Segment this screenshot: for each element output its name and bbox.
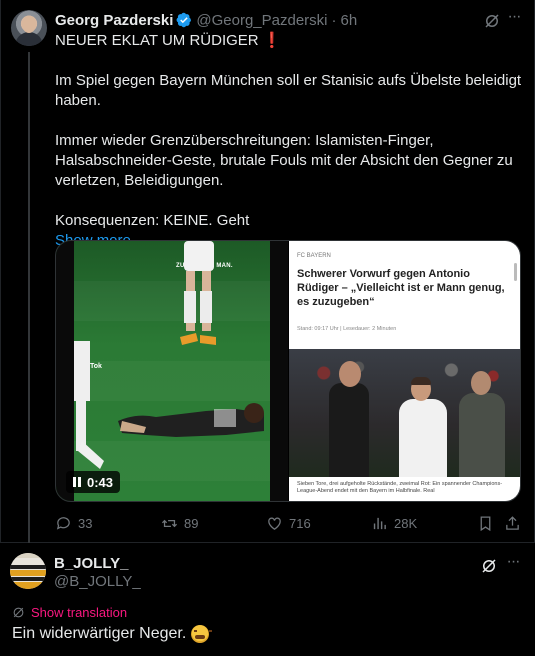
repost-button[interactable]: 89 — [161, 512, 198, 534]
player-lying-figure — [118, 403, 264, 437]
header-separator: · — [331, 11, 337, 29]
article-meta: Stand: 09:17 Uhr | Lesedauer: 2 Minuten — [297, 326, 397, 332]
exclamation-emoji: ❗ — [262, 32, 282, 49]
author-handle[interactable]: @Georg_Pazderski — [196, 12, 327, 29]
like-count: 716 — [289, 515, 311, 531]
post-headline: NEUER EKLAT UM RÜDIGER — [55, 32, 259, 49]
bookmark-button[interactable] — [477, 512, 494, 534]
reply-post[interactable]: B_JOLLY_ @B_JOLLY_ ··· Show translation … — [0, 543, 535, 656]
article-source: FC BAYERN — [297, 253, 331, 259]
article-title: Schwerer Vorwurf gegen Antonio Rüdiger –… — [297, 268, 505, 308]
more-icon[interactable]: ··· — [504, 9, 524, 30]
post-paragraph: Im Spiel gegen Bayern München soll er St… — [55, 72, 522, 109]
post-time[interactable]: 6h — [341, 12, 358, 29]
video-duration[interactable]: 0:43 — [66, 471, 121, 493]
post-paragraph: Immer wieder Grenzüberschreitungen: Isla… — [55, 132, 513, 189]
original-post[interactable]: Georg Pazderski @Georg_Pazderski · 6h ··… — [0, 0, 535, 543]
like-button[interactable]: 716 — [266, 512, 311, 534]
reply-author-handle[interactable]: @B_JOLLY_ — [54, 573, 141, 590]
views-button[interactable]: 28K — [371, 512, 417, 534]
repost-count: 89 — [184, 515, 199, 531]
post-header: Georg Pazderski @Georg_Pazderski · 6h — [55, 10, 357, 30]
player-standing-figure — [180, 241, 216, 345]
pause-icon[interactable] — [73, 477, 81, 487]
article-screenshot[interactable]: FC BAYERN Schwerer Vorwurf gegen Antonio… — [288, 241, 520, 501]
views-count: 28K — [394, 515, 418, 531]
translate-icon — [13, 607, 24, 618]
duration-label: 0:43 — [87, 474, 114, 490]
views-icon — [373, 517, 386, 529]
verified-badge-icon — [176, 12, 192, 28]
repost-icon — [161, 519, 178, 527]
article-scrollbar — [514, 263, 517, 281]
share-button[interactable] — [504, 512, 521, 534]
reply-button[interactable]: 33 — [55, 512, 92, 534]
author-avatar[interactable] — [11, 10, 47, 46]
weary-face-emoji — [191, 625, 213, 643]
reply-author-name[interactable]: B_JOLLY_ — [54, 555, 128, 572]
share-icon — [506, 515, 519, 530]
action-bar: 33 89 716 28K — [55, 512, 525, 534]
grok-icon[interactable] — [480, 557, 498, 575]
article-photo — [289, 349, 520, 477]
post-media[interactable]: ZUGUHTING MAN. TikTok — [55, 240, 521, 502]
player-left-figure — [74, 341, 104, 469]
reply-count: 33 — [78, 515, 93, 531]
like-icon — [268, 517, 281, 530]
post-text: NEUER EKLAT UM RÜDIGER ❗ Im Spiel gegen … — [55, 31, 525, 251]
reply-body: Ein widerwärtiger Neger. — [12, 625, 187, 642]
show-translation-label: Show translation — [31, 605, 128, 620]
author-name[interactable]: Georg Pazderski — [55, 12, 173, 29]
video-player[interactable]: ZUGUHTING MAN. TikTok — [56, 241, 289, 501]
reply-author-avatar[interactable] — [10, 553, 46, 589]
grok-icon[interactable] — [483, 12, 501, 30]
article-snippet: Sieben Tore, drei aufgeholte Rückstände,… — [297, 481, 503, 494]
reply-icon — [56, 516, 70, 530]
thread-connector-line — [28, 52, 30, 543]
show-translation-link[interactable]: Show translation — [12, 605, 127, 620]
more-icon[interactable]: ··· — [503, 554, 523, 575]
post-paragraph: Konsequenzen: KEINE. Geht — [55, 212, 250, 229]
bookmark-icon — [480, 515, 491, 531]
reply-text: Ein widerwärtiger Neger. — [12, 625, 213, 643]
